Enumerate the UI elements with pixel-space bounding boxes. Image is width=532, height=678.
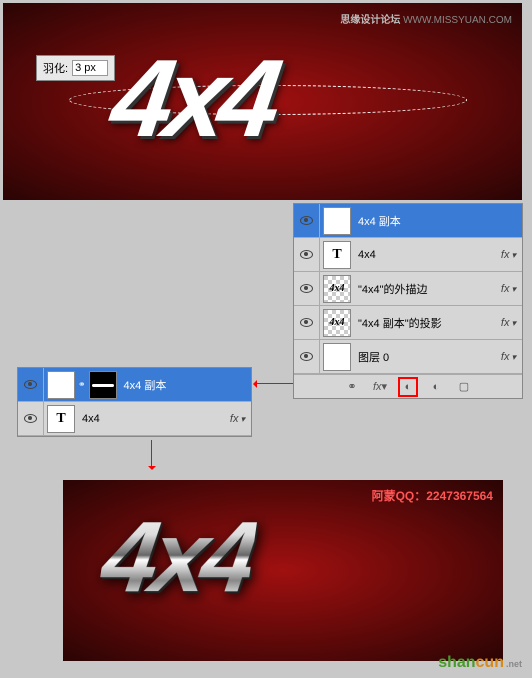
mask-thumb	[89, 371, 117, 399]
layer-row[interactable]: T ⚭ 4x4 副本	[18, 368, 251, 402]
layers-panel-right: T 4x4 副本 T 4x4 fx▾ 4x4 "4x4"的外描边 fx▾ 4x4…	[293, 203, 523, 399]
layer-row[interactable]: 4x4 "4x4"的外描边 fx▾	[294, 272, 522, 306]
visibility-toggle[interactable]	[18, 402, 44, 435]
layer-name: "4x4"的外描边	[354, 281, 522, 297]
mask-link-icon: ⚭	[78, 379, 86, 390]
visibility-toggle[interactable]	[294, 204, 320, 237]
adjustment-icon[interactable]: ◐	[429, 380, 443, 394]
arrow-horizontal	[255, 383, 293, 384]
eye-icon	[300, 284, 313, 293]
visibility-toggle[interactable]	[294, 340, 320, 373]
bottom-credit: 阿蒙QQ：2247367564	[372, 487, 493, 504]
attribution: 思缘设计论坛 WWW.MISSYUAN.COM	[340, 11, 512, 26]
layer-name: "4x4 副本"的投影	[354, 315, 522, 331]
eye-icon	[300, 250, 313, 259]
layer-name: 4x4	[354, 249, 522, 261]
visibility-toggle[interactable]	[294, 238, 320, 271]
fx-badge[interactable]: fx▾	[230, 413, 245, 425]
watermark-part2: cun	[476, 654, 504, 671]
watermark-part1: shan	[438, 654, 475, 671]
mask-icon[interactable]: ◐	[401, 380, 415, 394]
text-4x4-bottom: 4x4	[95, 500, 260, 615]
fx-icon[interactable]: fx▾	[373, 380, 387, 394]
eye-icon	[300, 318, 313, 327]
text-4x4-top: 4x4	[104, 35, 281, 162]
folder-icon[interactable]: ▢	[457, 380, 471, 394]
layer-thumb	[323, 343, 351, 371]
eye-icon	[300, 352, 313, 361]
watermark: shancun.net	[438, 654, 522, 672]
layers-panel-left: T ⚭ 4x4 副本 T 4x4 fx▾	[17, 367, 252, 437]
attribution-label: 思缘设计论坛	[340, 15, 400, 26]
arrow-vertical	[151, 440, 152, 468]
layer-row[interactable]: T 4x4 fx▾	[18, 402, 251, 436]
panel-footer: ⚭ fx▾ ◐ ◐ ▢	[294, 374, 522, 398]
layer-name: 4x4	[78, 413, 251, 425]
fx-badge[interactable]: fx▾	[501, 249, 516, 261]
layer-name: 4x4 副本	[120, 377, 251, 393]
layer-row[interactable]: T 4x4 fx▾	[294, 238, 522, 272]
fx-badge[interactable]: fx▾	[501, 283, 516, 295]
canvas-top: 思缘设计论坛 WWW.MISSYUAN.COM 羽化: 4x4	[3, 3, 522, 200]
watermark-sub: .net	[506, 659, 522, 669]
layer-name: 图层 0	[354, 349, 522, 365]
canvas-bottom: 阿蒙QQ：2247367564 4x4	[63, 480, 503, 661]
layer-thumb: T	[323, 241, 351, 269]
layer-thumb: 4x4	[323, 275, 351, 303]
visibility-toggle[interactable]	[294, 272, 320, 305]
layer-row[interactable]: 4x4 "4x4 副本"的投影 fx▾	[294, 306, 522, 340]
layer-thumb: T	[47, 405, 75, 433]
eye-icon	[24, 414, 37, 423]
layer-name: 4x4 副本	[354, 213, 522, 229]
layer-row[interactable]: T 4x4 副本	[294, 204, 522, 238]
fx-badge[interactable]: fx▾	[501, 317, 516, 329]
feather-input[interactable]	[72, 60, 108, 76]
layer-thumb: T	[47, 371, 75, 399]
visibility-toggle[interactable]	[18, 368, 44, 401]
visibility-toggle[interactable]	[294, 306, 320, 339]
layer-thumb: T	[323, 207, 351, 235]
layer-row[interactable]: 图层 0 fx▾	[294, 340, 522, 374]
link-icon[interactable]: ⚭	[345, 380, 359, 394]
layer-thumb: 4x4	[323, 309, 351, 337]
feather-box: 羽化:	[36, 55, 115, 81]
eye-icon	[24, 380, 37, 389]
fx-badge[interactable]: fx▾	[501, 351, 516, 363]
feather-label: 羽化:	[43, 60, 68, 76]
attribution-url: WWW.MISSYUAN.COM	[403, 15, 512, 26]
eye-icon	[300, 216, 313, 225]
